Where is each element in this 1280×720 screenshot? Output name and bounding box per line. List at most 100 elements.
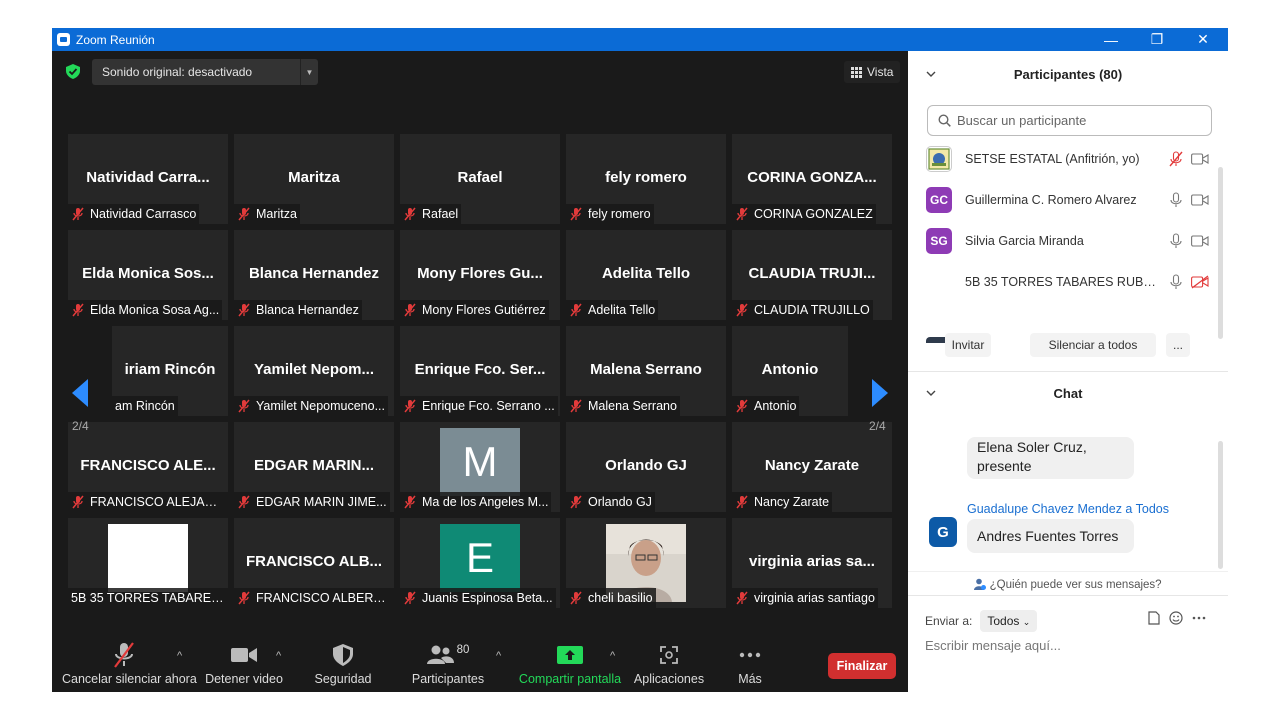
emoji-icon[interactable] (1169, 611, 1183, 625)
mic-muted-icon (114, 642, 134, 668)
participant-label: Ma de los Angeles M... (400, 492, 552, 512)
video-camera-icon[interactable] (1191, 194, 1209, 206)
send-to-dropdown[interactable]: Todos ⌄ (980, 610, 1038, 632)
participant-tile[interactable]: Elda Monica Sos... Elda Monica Sosa Ag... (68, 230, 228, 320)
participant-tile[interactable]: EDGAR MARIN... EDGAR MARIN JIME... (234, 422, 394, 512)
participant-tile[interactable]: Nancy Zarate Nancy Zarate (732, 422, 892, 512)
participant-label: Natividad Carrasco (68, 204, 200, 224)
participants-label: Participantes (411, 672, 485, 686)
participant-name: SETSE ESTATAL (Anfitrión, yo) (965, 152, 1140, 166)
participant-tile[interactable]: M Ma de los Angeles M... (400, 422, 560, 512)
participant-tile[interactable]: Antonio Antonio (732, 326, 848, 416)
participant-tile[interactable]: Yamilet Nepom... Yamilet Nepomuceno... (234, 326, 394, 416)
mic-icon[interactable] (1169, 233, 1183, 249)
participant-tile[interactable]: virginia arias sa... virginia arias santi… (732, 518, 892, 608)
view-button[interactable]: Vista (844, 61, 901, 83)
close-button[interactable]: ✕ (1180, 28, 1226, 51)
participant-label-text: 5B 35 TORRES TABARES ... (71, 591, 225, 605)
participant-tile[interactable]: Blanca Hernandez Blanca Hernandez (234, 230, 394, 320)
participant-name: iriam Rincón (124, 361, 216, 378)
apps-button[interactable]: Aplicaciones (632, 642, 706, 686)
chevron-down-icon: ⌄ (1022, 617, 1031, 627)
participant-tile[interactable]: Mony Flores Gu... Mony Flores Gutiérrez (400, 230, 560, 320)
participant-name: Antonio (761, 361, 819, 378)
chevron-down-icon[interactable] (926, 69, 936, 79)
participant-tile[interactable]: FRANCISCO ALE... FRANCISCO ALEJAND... (68, 422, 228, 512)
mic-icon[interactable] (1169, 192, 1183, 208)
end-meeting-button[interactable]: Finalizar (828, 653, 896, 679)
participant-name: Guillermina C. Romero Alvarez (965, 193, 1137, 207)
participant-tile[interactable]: fely romero fely romero (566, 134, 726, 224)
participants-button[interactable]: 80 Participantes (408, 642, 488, 686)
participant-tile[interactable]: 5B 35 TORRES TABARES ... (68, 518, 228, 608)
participant-label: am Rincón (112, 396, 178, 416)
grid-icon (851, 66, 862, 78)
security-button[interactable]: Seguridad (308, 642, 378, 686)
participant-tile[interactable]: CLAUDIA TRUJI... CLAUDIA TRUJILLO (732, 230, 892, 320)
share-screen-button[interactable]: Compartir pantalla (518, 642, 622, 686)
participant-tile[interactable]: CORINA GONZA... CORINA GONZALEZ (732, 134, 892, 224)
chat-scrollbar[interactable] (1218, 441, 1223, 569)
participant-row[interactable]: GC Guillermina C. Romero Alvarez (926, 180, 1216, 220)
participant-label: Blanca Hernandez (234, 300, 362, 320)
previous-page-arrow-icon[interactable] (70, 377, 90, 409)
next-page-arrow-icon[interactable] (870, 377, 890, 409)
mic-muted-icon (569, 399, 588, 413)
participant-tile[interactable]: Enrique Fco. Ser... Enrique Fco. Serrano … (400, 326, 560, 416)
video-off-icon[interactable] (1191, 275, 1209, 289)
video-options-caret-icon[interactable]: ^ (276, 650, 281, 662)
share-options-caret-icon[interactable]: ^ (610, 650, 615, 662)
mic-muted-icon[interactable] (1169, 151, 1183, 167)
mute-all-button[interactable]: Silenciar a todos (1030, 333, 1156, 357)
participant-label-text: Orlando GJ (588, 495, 652, 509)
participant-name: Orlando GJ (605, 457, 687, 474)
participant-row[interactable]: 5B 35 TORRES TABARES RUBEN ... (926, 262, 1216, 302)
participant-list-scrollbar[interactable] (1218, 167, 1223, 339)
mic-icon[interactable] (1169, 274, 1183, 290)
chat-message-input[interactable]: Escribir mensaje aquí... (925, 638, 1061, 653)
host-avatar-logo (926, 146, 952, 172)
participant-row[interactable]: SETSE ESTATAL (Anfitrión, yo) (926, 139, 1216, 179)
participants-options-caret-icon[interactable]: ^ (496, 650, 501, 662)
participant-tile[interactable]: cheli basilio (566, 518, 726, 608)
participant-tile[interactable]: FRANCISCO ALB... FRANCISCO ALBERTO... (234, 518, 394, 608)
audio-options-caret-icon[interactable]: ^ (177, 650, 182, 662)
security-shield-icon[interactable] (66, 64, 80, 79)
chevron-down-icon[interactable] (926, 388, 936, 398)
participant-label: Rafael (400, 204, 462, 224)
mic-muted-icon (403, 207, 422, 221)
file-icon[interactable] (1148, 611, 1160, 625)
video-camera-icon[interactable] (1191, 235, 1209, 247)
participant-tile[interactable]: E Juanis Espinosa Beta... (400, 518, 560, 608)
send-to-row: Enviar a: Todos ⌄ (925, 610, 1038, 632)
minimize-button[interactable]: — (1088, 28, 1134, 51)
participant-label: CORINA GONZALEZ (732, 204, 876, 224)
participants-more-button[interactable]: ... (1166, 333, 1190, 357)
more-dots-icon[interactable] (1192, 616, 1206, 620)
participant-tile[interactable]: Maritza Maritza (234, 134, 394, 224)
chat-sender[interactable]: Guadalupe Chavez Mendez a Todos (967, 502, 1169, 516)
invite-button[interactable]: Invitar (945, 333, 991, 357)
unmute-button[interactable]: Cancelar silenciar ahora (62, 642, 197, 686)
participant-tile[interactable]: Adelita Tello Adelita Tello (566, 230, 726, 320)
mic-muted-icon (71, 303, 90, 317)
participant-row[interactable]: SG Silvia Garcia Miranda (926, 221, 1216, 261)
stop-video-button[interactable]: Detener video (202, 642, 286, 686)
participant-search-input[interactable]: Buscar un participante (927, 105, 1212, 136)
original-sound-button[interactable]: Sonido original: desactivado ▼ (92, 59, 318, 85)
unmute-label: Cancelar silenciar ahora (62, 672, 197, 686)
participant-label-text: FRANCISCO ALEJAND... (90, 495, 225, 509)
who-can-see-link[interactable]: ¿Quién puede ver sus mensajes? (908, 578, 1228, 591)
participant-tile[interactable]: Rafael Rafael (400, 134, 560, 224)
mic-muted-icon (569, 495, 588, 509)
participant-tile[interactable]: Orlando GJ Orlando GJ (566, 422, 726, 512)
side-panel: Participantes (80) Buscar un participant… (908, 51, 1228, 692)
more-button[interactable]: Más (728, 642, 772, 686)
restore-button[interactable]: ❐ (1134, 28, 1180, 51)
participant-tile[interactable]: Natividad Carra... Natividad Carrasco (68, 134, 228, 224)
video-camera-icon[interactable] (1191, 153, 1209, 165)
chevron-down-icon[interactable]: ▼ (300, 59, 318, 85)
participant-tile[interactable]: iriam Rincón am Rincón (112, 326, 228, 416)
participant-tile[interactable]: Malena Serrano Malena Serrano (566, 326, 726, 416)
chat-header: Chat (908, 371, 1228, 415)
